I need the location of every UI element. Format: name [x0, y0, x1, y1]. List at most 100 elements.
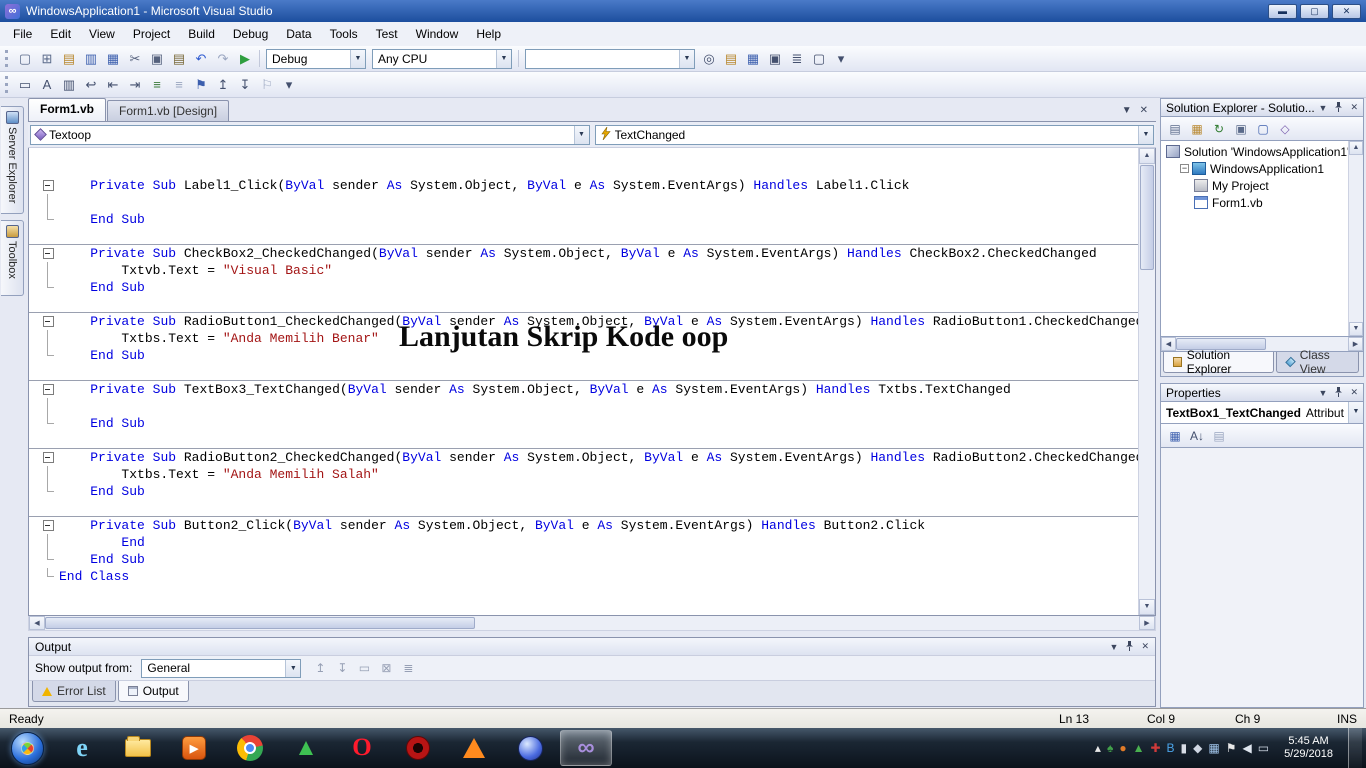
scroll-right-icon[interactable]: ▶ — [1348, 337, 1363, 351]
toolbox-icon[interactable]: ≣ — [786, 49, 808, 69]
display-quick-info-icon[interactable]: ▥ — [58, 75, 80, 95]
taskbar-app-blue-app[interactable] — [504, 730, 556, 766]
code-line[interactable] — [29, 228, 1138, 245]
objects-dropdown[interactable]: Textoop ▼ — [30, 124, 590, 145]
taskbar-app-chrome[interactable] — [224, 730, 276, 766]
taskbar-app-opera[interactable]: O — [336, 730, 388, 766]
code-line[interactable]: End Sub — [29, 415, 1138, 432]
tray-app-icon-4[interactable]: ✚ — [1150, 742, 1160, 754]
code-line[interactable] — [29, 194, 1138, 211]
code-line[interactable]: Private Sub CheckBox2_CheckedChanged(ByV… — [29, 245, 1138, 262]
tray-app-icon-1[interactable]: ♠ — [1107, 742, 1113, 754]
chevron-down-icon[interactable]: ▼ — [496, 49, 511, 68]
alphabetical-icon[interactable]: A↓ — [1187, 427, 1207, 445]
chevron-down-icon[interactable]: ▼ — [285, 659, 301, 677]
redo-icon[interactable]: ↷ — [212, 49, 234, 69]
refresh-icon[interactable]: ↻ — [1209, 120, 1229, 138]
menu-item-window[interactable]: Window — [407, 23, 468, 45]
find-message-next-icon[interactable]: ↧ — [332, 659, 352, 677]
properties-icon[interactable]: ▤ — [1165, 120, 1185, 138]
scroll-right-icon[interactable]: ▶ — [1139, 616, 1155, 630]
next-bookmark-icon[interactable]: ↧ — [234, 75, 256, 95]
taskbar-app-visual-studio[interactable]: ∞ — [560, 730, 612, 766]
code-line[interactable]: Private Sub TextBox3_TextChanged(ByVal s… — [29, 381, 1138, 398]
tray-app-icon-3[interactable]: ▲ — [1133, 742, 1145, 754]
chevron-down-icon[interactable]: ▼ — [1138, 125, 1153, 144]
output-source-dropdown[interactable]: General ▼ — [141, 658, 302, 678]
volume-icon[interactable]: ◀ — [1242, 742, 1251, 754]
minimize-button[interactable]: ▬ — [1268, 3, 1297, 19]
sidebar-tab-toolbox[interactable]: Toolbox — [1, 220, 24, 296]
view-class-diagram-icon[interactable]: ◇ — [1275, 120, 1295, 138]
code-line[interactable]: End Sub — [29, 483, 1138, 500]
taskbar-app-red-app[interactable] — [392, 730, 444, 766]
code-line[interactable]: Txtbs.Text = "Anda Memilih Salah" — [29, 466, 1138, 483]
menu-item-build[interactable]: Build — [179, 23, 224, 45]
scroll-down-icon[interactable]: ▼ — [1139, 599, 1155, 615]
view-code-icon[interactable]: ▣ — [1231, 120, 1251, 138]
fold-collapse-icon[interactable] — [29, 245, 59, 262]
network-icon[interactable]: ▦ — [1208, 742, 1219, 754]
code-line[interactable]: End — [29, 534, 1138, 551]
save-icon[interactable]: ▥ — [80, 49, 102, 69]
taskbar-app-internet-explorer[interactable]: e — [56, 730, 108, 766]
close-button[interactable]: ✕ — [1332, 3, 1361, 19]
close-panel-icon[interactable]: ✕ — [1350, 102, 1358, 113]
start-debugging-icon[interactable]: ▶ — [234, 49, 256, 69]
fold-collapse-icon[interactable] — [29, 177, 59, 194]
events-dropdown[interactable]: TextChanged ▼ — [594, 124, 1154, 145]
document-tab-form1-vb[interactable]: Form1.vb — [28, 98, 107, 121]
fold-collapse-icon[interactable] — [29, 517, 59, 534]
code-line[interactable]: End Sub — [29, 211, 1138, 228]
panel-tab-class-view[interactable]: Class View — [1275, 348, 1359, 376]
clear-all-icon[interactable]: ⊠ — [376, 659, 396, 677]
view-designer-icon[interactable]: ▢ — [1253, 120, 1273, 138]
solution-explorer-vertical-scrollbar[interactable]: ▲ ▼ — [1348, 141, 1363, 336]
taskbar-app-windows-explorer[interactable] — [112, 730, 164, 766]
find-combo[interactable]: ▼ — [525, 48, 695, 69]
auto-hide-pin-icon[interactable] — [1334, 101, 1343, 114]
scroll-down-icon[interactable]: ▼ — [1349, 322, 1363, 336]
paste-icon[interactable]: ▤ — [168, 49, 190, 69]
code-line[interactable]: End Sub — [29, 279, 1138, 296]
menu-item-view[interactable]: View — [80, 23, 124, 45]
code-line[interactable] — [29, 500, 1138, 517]
maximize-button[interactable]: ▢ — [1300, 3, 1329, 19]
code-line[interactable]: End Class — [29, 568, 1138, 585]
code-line[interactable] — [29, 296, 1138, 313]
solution-explorer-icon[interactable]: ▤ — [720, 49, 742, 69]
menu-item-data[interactable]: Data — [277, 23, 320, 45]
decrease-indent-icon[interactable]: ⇤ — [102, 75, 124, 95]
window-position-icon[interactable]: ▼ — [1110, 642, 1119, 652]
show-hidden-icons-button[interactable]: ▴ — [1095, 742, 1101, 754]
bluetooth-icon[interactable]: B — [1167, 742, 1175, 754]
find-in-files-icon[interactable]: ◎ — [698, 49, 720, 69]
object-browser-icon[interactable]: ▣ — [764, 49, 786, 69]
categorized-icon[interactable]: ▦ — [1165, 427, 1185, 445]
tree-item-form1-vb[interactable]: Form1.vb — [1161, 194, 1348, 211]
code-line[interactable] — [29, 364, 1138, 381]
code-line[interactable]: End Sub — [29, 551, 1138, 568]
code-line[interactable]: Private Sub Label1_Click(ByVal sender As… — [29, 177, 1138, 194]
document-tab-form1-vb-design-[interactable]: Form1.vb [Design] — [107, 100, 230, 121]
scroll-up-icon[interactable]: ▲ — [1139, 148, 1155, 164]
fold-collapse-icon[interactable] — [29, 381, 59, 398]
menu-item-tools[interactable]: Tools — [321, 23, 367, 45]
tree-item-my-project[interactable]: My Project — [1161, 177, 1348, 194]
chevron-down-icon[interactable]: ▼ — [350, 49, 365, 68]
uncomment-selection-icon[interactable]: ≡ — [168, 75, 190, 95]
action-center-icon[interactable]: ⚑ — [1226, 742, 1237, 754]
toolbar-grip[interactable] — [5, 50, 9, 67]
auto-hide-pin-icon[interactable] — [1125, 640, 1134, 653]
close-document-icon[interactable]: ✕ — [1140, 105, 1148, 116]
property-pages-icon[interactable]: ▤ — [1209, 427, 1229, 445]
toolbar-options-icon[interactable]: ▾ — [830, 49, 852, 69]
taskbar-app-green-app[interactable]: ▲ — [280, 730, 332, 766]
menu-item-edit[interactable]: Edit — [41, 23, 80, 45]
menu-item-help[interactable]: Help — [467, 23, 510, 45]
menu-item-file[interactable]: File — [4, 23, 41, 45]
clear-bookmarks-icon[interactable]: ⚐ — [256, 75, 278, 95]
code-editor[interactable]: Private Sub Label1_Click(ByVal sender As… — [28, 148, 1156, 616]
previous-bookmark-icon[interactable]: ↥ — [212, 75, 234, 95]
chevron-down-icon[interactable]: ▼ — [1348, 402, 1363, 423]
